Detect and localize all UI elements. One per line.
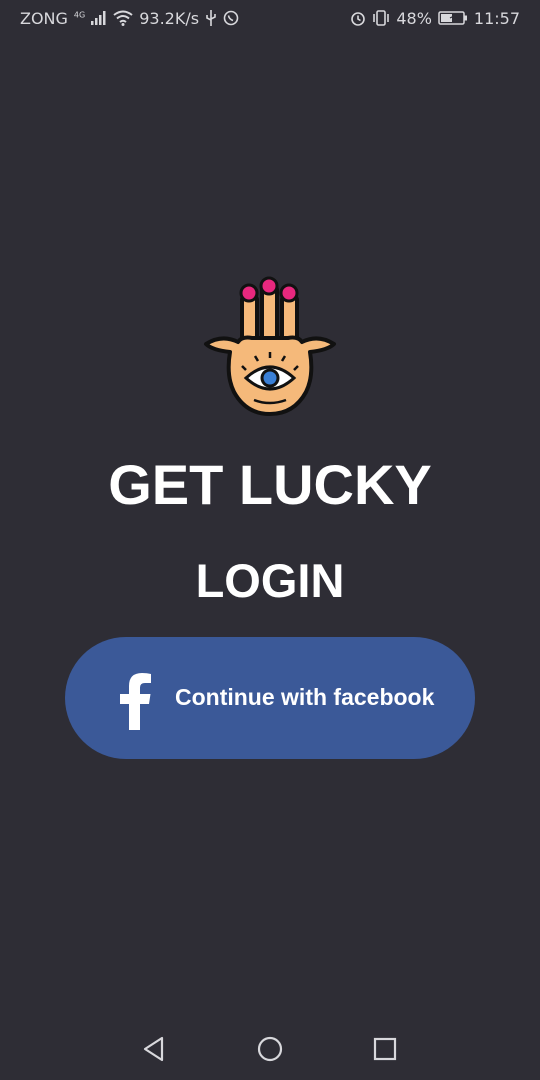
status-right: 48% 11:57	[350, 9, 520, 28]
signal-icon	[91, 11, 107, 25]
hamsa-hand-icon	[204, 276, 336, 416]
carrier-name: ZONG	[20, 8, 68, 28]
navigation-bar	[0, 1016, 540, 1080]
battery-percentage: 48%	[396, 8, 432, 28]
facebook-icon	[120, 673, 151, 730]
recents-icon[interactable]	[370, 1034, 400, 1064]
battery-icon	[438, 11, 468, 25]
status-left: ZONG 4G 93.2K/s	[20, 9, 239, 28]
status-bar: ZONG 4G 93.2K/s 48% 11:57	[0, 0, 540, 36]
back-icon[interactable]	[140, 1034, 170, 1064]
network-type: 4G	[73, 10, 86, 20]
network-speed: 93.2K/s	[139, 8, 200, 28]
login-heading: LOGIN	[195, 554, 345, 607]
app-title: GET LUCKY	[108, 453, 432, 516]
vibrate-icon	[372, 10, 390, 26]
home-icon[interactable]	[255, 1034, 285, 1064]
alarm-icon	[350, 10, 366, 26]
clock-time: 11:57	[473, 8, 520, 28]
whatsapp-icon	[223, 10, 239, 26]
facebook-button-label[interactable]: Continue with facebook	[175, 684, 434, 711]
wifi-icon	[113, 10, 133, 26]
usb-icon	[205, 10, 217, 26]
